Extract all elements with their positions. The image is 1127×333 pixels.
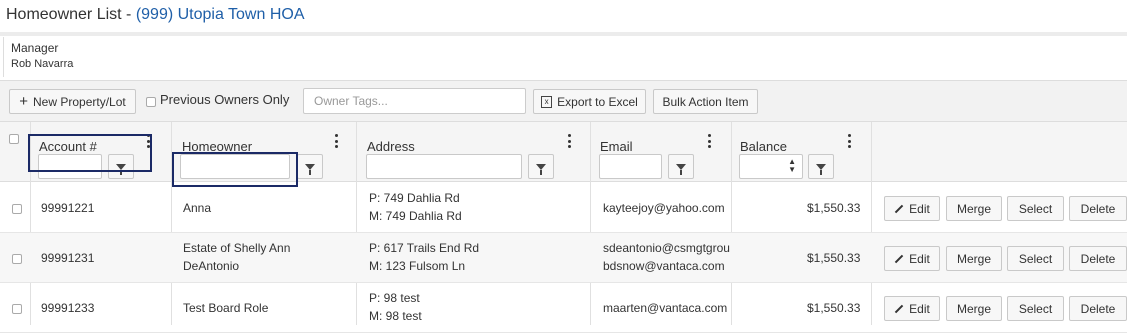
previous-owners-checkbox[interactable] — [146, 97, 156, 107]
table-row[interactable]: 99991233 Test Board Role P: 98 test M: 9… — [0, 283, 1127, 333]
physical-address: P: 98 test — [369, 291, 420, 305]
delete-button[interactable]: Delete — [1069, 196, 1127, 221]
balance: $1,550.33 — [807, 251, 861, 265]
account-number: 99991233 — [41, 301, 95, 315]
table-row[interactable]: 99991231 Estate of Shelly Ann DeAntonio … — [0, 233, 1127, 283]
kebab-menu-icon[interactable] — [707, 134, 711, 148]
new-property-label: New Property/Lot — [33, 94, 126, 109]
export-excel-button[interactable]: x Export to Excel — [533, 89, 646, 114]
filter-icon[interactable] — [528, 154, 554, 179]
excel-icon: x — [541, 95, 553, 108]
delete-button[interactable]: Delete — [1069, 296, 1127, 321]
edit-button[interactable]: Edit — [884, 296, 940, 321]
column-header-address[interactable]: Address — [367, 139, 415, 154]
filter-icon[interactable] — [668, 154, 694, 179]
select-button[interactable]: Select — [1007, 296, 1064, 321]
merge-button[interactable]: Merge — [946, 296, 1002, 321]
address-filter-input[interactable] — [366, 154, 522, 179]
homeowner-name: Anna — [183, 201, 212, 215]
mailing-address: M: 98 test — [369, 309, 422, 323]
kebab-menu-icon[interactable] — [334, 134, 338, 148]
edit-button[interactable]: Edit — [884, 196, 940, 221]
pencil-icon — [894, 204, 904, 213]
select-button[interactable]: Select — [1007, 246, 1064, 271]
divider — [0, 32, 1127, 36]
balance-filter-input[interactable]: ▲ ▼ — [739, 154, 803, 179]
page-title-prefix: Homeowner List - — [6, 6, 136, 23]
filter-icon[interactable] — [808, 154, 834, 179]
homeowner-name-line2: DeAntonio — [183, 259, 240, 273]
edit-label: Edit — [909, 301, 930, 316]
email-filter-input[interactable] — [599, 154, 662, 179]
filter-icon[interactable] — [297, 154, 323, 179]
balance: $1,550.33 — [807, 301, 861, 315]
account-number: 99991221 — [41, 201, 95, 215]
row-checkbox[interactable] — [12, 304, 22, 314]
page-title: Homeowner List - (999) Utopia Town HOA — [0, 0, 1127, 32]
annotation-box-account — [28, 134, 152, 172]
kebab-menu-icon[interactable] — [847, 134, 851, 148]
select-all-checkbox[interactable] — [9, 134, 19, 144]
grid-header: Account # Homeowner Address Email Balanc… — [0, 122, 1127, 182]
edit-button[interactable]: Edit — [884, 246, 940, 271]
edit-label: Edit — [909, 201, 930, 216]
table-row[interactable]: 99991221 Anna P: 749 Dahlia Rd M: 749 Da… — [0, 183, 1127, 233]
physical-address: P: 617 Trails End Rd — [369, 241, 480, 255]
column-header-email[interactable]: Email — [600, 139, 633, 154]
mailing-address: M: 749 Dahlia Rd — [369, 209, 462, 223]
email: sdeantonio@csmgtgrou — [603, 241, 730, 255]
homeowner-name: Test Board Role — [183, 301, 269, 315]
owner-tags-input[interactable]: Owner Tags... — [303, 88, 526, 114]
merge-button[interactable]: Merge — [946, 196, 1002, 221]
mailing-address: M: 123 Fulsom Ln — [369, 259, 466, 273]
plus-icon: + — [19, 92, 29, 110]
pencil-icon — [894, 254, 904, 263]
pencil-icon — [894, 304, 904, 313]
manager-name: Rob Navarra — [11, 58, 74, 70]
email: kayteejoy@yahoo.com — [603, 201, 725, 215]
merge-button[interactable]: Merge — [946, 246, 1002, 271]
manager-label: Manager — [11, 41, 59, 55]
row-checkbox[interactable] — [12, 254, 22, 264]
edit-label: Edit — [909, 251, 930, 266]
new-property-button[interactable]: + New Property/Lot — [9, 89, 136, 114]
bulk-action-button[interactable]: Bulk Action Item — [653, 89, 758, 114]
email-secondary: bdsnow@vantaca.com — [603, 259, 725, 273]
row-checkbox[interactable] — [12, 204, 22, 214]
previous-owners-label: Previous Owners Only — [160, 92, 290, 107]
spinner-icon[interactable]: ▲ ▼ — [788, 158, 796, 174]
email: maarten@vantaca.com — [603, 301, 728, 315]
column-header-balance[interactable]: Balance — [740, 139, 787, 154]
export-excel-label: Export to Excel — [557, 94, 638, 109]
toolbar: + New Property/Lot Previous Owners Only … — [0, 80, 1127, 122]
account-number: 99991231 — [41, 251, 95, 265]
select-button[interactable]: Select — [1007, 196, 1064, 221]
physical-address: P: 749 Dahlia Rd — [369, 191, 460, 205]
kebab-menu-icon[interactable] — [567, 134, 571, 148]
delete-button[interactable]: Delete — [1069, 246, 1127, 271]
manager-info: Manager Rob Navarra — [3, 37, 1127, 77]
hoa-name: (999) Utopia Town HOA — [135, 6, 305, 23]
homeowner-grid: Account # Homeowner Address Email Balanc… — [0, 122, 1127, 333]
annotation-box-homeowner — [172, 152, 298, 187]
balance: $1,550.33 — [807, 201, 861, 215]
homeowner-name: Estate of Shelly Ann — [183, 241, 291, 255]
